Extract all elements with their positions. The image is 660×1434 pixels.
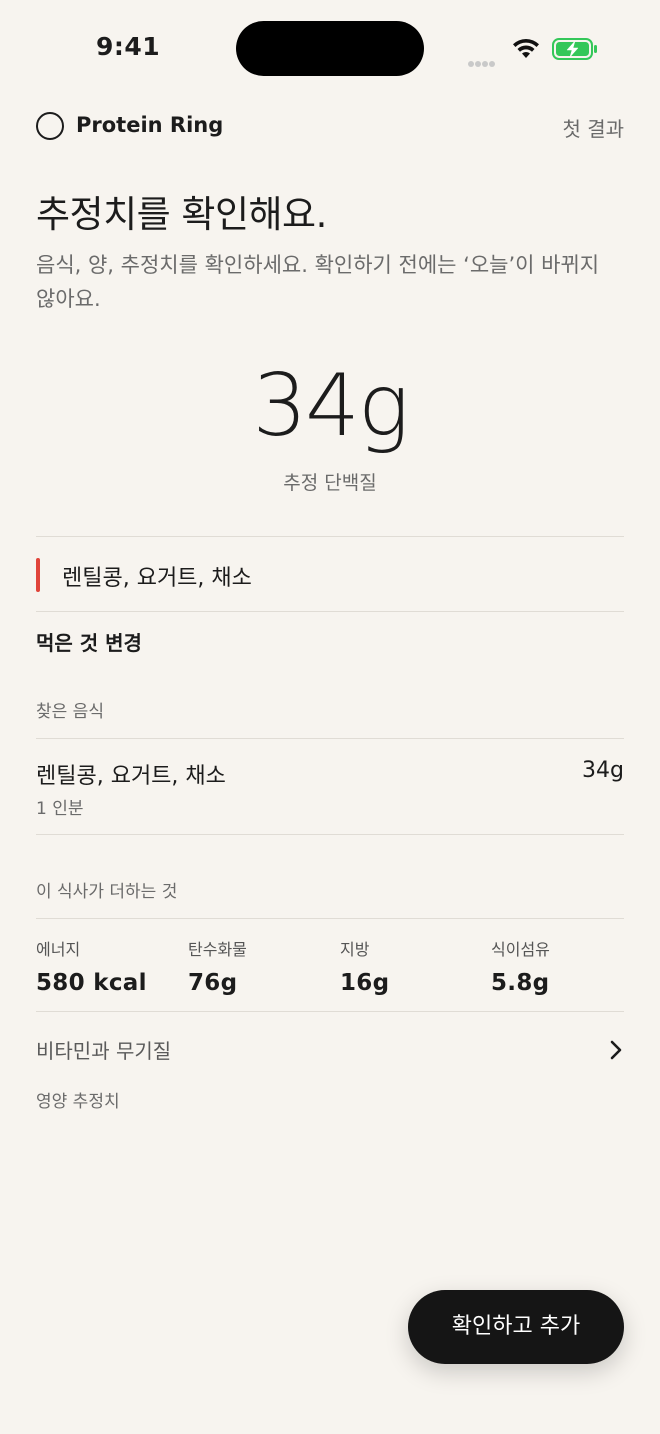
status-bar: 9:41 [0, 0, 660, 96]
nutrient-value: 5.8g [491, 970, 550, 996]
chevron-right-icon [610, 1040, 622, 1060]
divider [36, 834, 624, 835]
food-protein: 34g [582, 758, 624, 783]
found-foods-label: 찾은 음식 [36, 702, 104, 722]
battery-charging-icon [552, 38, 597, 60]
meal-adds-label: 이 식사가 더하는 것 [36, 882, 178, 902]
confirm-and-add-button[interactable]: 확인하고 추가 [408, 1290, 624, 1364]
divider [36, 611, 624, 612]
page-title: 추정치를 확인해요. [36, 193, 327, 236]
nutrient-label: 식이섬유 [491, 940, 550, 959]
divider [36, 918, 624, 919]
page-subtitle: 음식, 양, 추정치를 확인하세요. 확인하기 전에는 ‘오늘’이 바뀌지 않아… [36, 253, 600, 311]
change-meal-button[interactable]: 먹은 것 변경 [36, 627, 142, 656]
nutrition-estimate-note: 영양 추정치 [36, 1092, 120, 1112]
nutrient-label: 탄수화물 [188, 940, 247, 959]
nutrient-fat: 지방 16g [340, 936, 490, 996]
food-name: 렌틸콩, 요거트, 채소 [36, 764, 226, 789]
nutrient-energy: 에너지 580 kcal [36, 936, 186, 996]
nutrient-value: 76g [188, 970, 238, 996]
nutrient-label: 지방 [340, 940, 370, 959]
divider [36, 1011, 624, 1012]
estimated-protein-value: 34g [252, 356, 409, 456]
divider [36, 738, 624, 739]
app-header: Protein Ring 첫 결과 [36, 108, 624, 144]
nutrient-fiber: 식이섬유 5.8g [491, 936, 641, 996]
cellular-signal-icon [468, 52, 496, 71]
nutrient-label: 에너지 [36, 940, 81, 959]
meal-name: 렌틸콩, 요거트, 채소 [62, 566, 252, 591]
food-portion: 1 인분 [36, 799, 84, 819]
nutrient-value: 580 kcal [36, 970, 147, 996]
estimated-protein-label: 추정 단백질 [283, 472, 377, 494]
divider [36, 536, 624, 537]
first-result-link[interactable]: 첫 결과 [562, 113, 624, 142]
vitamins-minerals-label: 비타민과 무기질 [36, 1039, 172, 1063]
nutrient-carbs: 탄수화물 76g [188, 936, 338, 996]
dynamic-island [236, 21, 424, 76]
meal-accent-bar [36, 558, 40, 592]
status-time: 9:41 [96, 32, 161, 61]
protein-ring-logo-icon [36, 112, 64, 140]
brand-name: Protein Ring [76, 113, 224, 137]
nutrient-value: 16g [340, 970, 390, 996]
wifi-icon [513, 38, 539, 58]
